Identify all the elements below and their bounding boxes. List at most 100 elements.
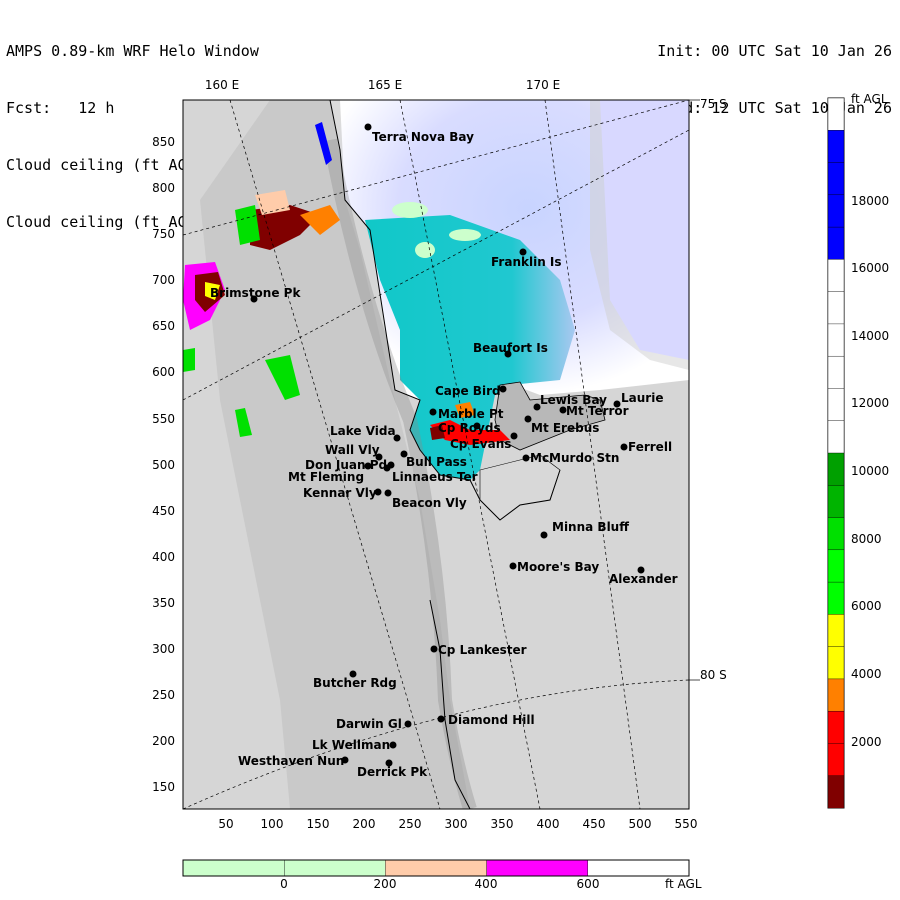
station-label: Laurie: [621, 391, 663, 405]
station-label: Cp Evans: [450, 437, 511, 451]
station-label: Cp Royds: [438, 421, 501, 435]
station-label: Mt Fleming: [288, 470, 364, 484]
station-label: Kennar Vly: [303, 486, 377, 500]
y-tick: 800: [152, 181, 175, 195]
station-label: Terra Nova Bay: [372, 130, 474, 144]
colorbar-cell: [827, 323, 845, 357]
cloud-patch: [415, 242, 435, 258]
cloud-patch: [449, 229, 481, 241]
colorbar-cell: [827, 130, 845, 164]
colorbar-units: ft AGL: [851, 92, 888, 106]
station-label: Darwin Gl: [336, 717, 402, 731]
map-figure: 160 E 165 E 170 E 75 S 80 S 850 800 750 …: [152, 78, 889, 891]
colorbar-cell: [827, 775, 845, 809]
station-label: Marble Pt: [438, 407, 504, 421]
station-dot: [509, 562, 517, 570]
colorbar-cell: [827, 614, 845, 648]
x-tick: 300: [445, 817, 468, 831]
colorbar-cell: [827, 549, 845, 583]
colorbar-cell: [827, 226, 845, 260]
x-axis: 50 100 150 200 250 300 350 400 450 500 5…: [218, 817, 697, 831]
y-axis: 850 800 750 700 650 600 550 500 450 400 …: [152, 135, 175, 794]
x-tick: 400: [537, 817, 560, 831]
station-label: Moore's Bay: [517, 560, 599, 574]
station-label: Linnaeus Ter: [392, 470, 478, 484]
colorbar-label: 18000: [851, 194, 889, 208]
colorbar-label: 400: [475, 877, 498, 891]
y-tick: 700: [152, 273, 175, 287]
station-dot: [510, 432, 518, 440]
colorbar-label: 0: [280, 877, 288, 891]
y-tick: 150: [152, 780, 175, 794]
y-tick: 650: [152, 319, 175, 333]
station-label: Cp Lankester: [438, 643, 527, 657]
colorbar-cell: [827, 678, 845, 712]
x-tick: 350: [491, 817, 514, 831]
station-dot: [387, 461, 395, 469]
station-dot: [364, 123, 372, 131]
station-dot: [437, 715, 445, 723]
station-dot: [430, 645, 438, 653]
station-dot: [389, 741, 397, 749]
y-tick: 400: [152, 550, 175, 564]
station-label: Mt Erebus: [531, 421, 599, 435]
colorbar-cell: [827, 452, 845, 486]
station-label: Franklin Is: [491, 255, 562, 269]
y-tick: 200: [152, 734, 175, 748]
x-tick: 500: [629, 817, 652, 831]
colorbar-cells: [182, 859, 690, 877]
station-label: Lake Vida: [330, 424, 396, 438]
station-dot: [429, 408, 437, 416]
colorbar-cell: [827, 388, 845, 422]
colorbar-cell: [486, 859, 589, 877]
y-tick: 450: [152, 504, 175, 518]
colorbar-cell: [827, 581, 845, 615]
station-label: Mt Terror: [566, 404, 629, 418]
y-tick: 600: [152, 365, 175, 379]
y-tick: 300: [152, 642, 175, 656]
colorbar-cell: [827, 291, 845, 325]
colorbar-horizontal: 0 200 400 600 ft AGL: [182, 859, 702, 891]
colorbar-cell: [182, 859, 285, 877]
station-label: Minna Bluff: [552, 520, 629, 534]
station-label: Alexander: [609, 572, 678, 586]
y-tick: 750: [152, 227, 175, 241]
colorbar-label: 200: [374, 877, 397, 891]
x-tick: 550: [675, 817, 698, 831]
station-dot: [620, 443, 628, 451]
colorbar-label: 6000: [851, 599, 882, 613]
station-dot: [404, 720, 412, 728]
y-tick: 850: [152, 135, 175, 149]
station-label: Ferrell: [628, 440, 672, 454]
lat-label: 80 S: [700, 668, 727, 682]
cloud-patch: [392, 202, 428, 218]
colorbar-cell: [827, 97, 845, 131]
station-label: Lk Wellman: [312, 738, 390, 752]
y-tick: 500: [152, 458, 175, 472]
station-dot: [384, 489, 392, 497]
colorbar-vertical: ft AGL 18000 16000 14000 12000 10000 800…: [827, 92, 889, 809]
colorbar-cell: [827, 259, 845, 293]
colorbar-label: 2000: [851, 735, 882, 749]
y-tick: 550: [152, 412, 175, 426]
colorbar-cell: [827, 646, 845, 680]
lon-label: 165 E: [368, 78, 402, 92]
station-label: Westhaven Nun: [238, 754, 344, 768]
colorbar-label: 10000: [851, 464, 889, 478]
lon-label: 160 E: [205, 78, 239, 92]
colorbar-cell: [284, 859, 386, 877]
station-dot: [522, 454, 530, 462]
x-tick: 100: [261, 817, 284, 831]
station-label: Bull Pass: [406, 455, 467, 469]
colorbar-cell: [827, 710, 845, 744]
colorbar-cells: [827, 97, 845, 809]
station-label: McMurdo Stn: [530, 451, 619, 465]
colorbar-cell: [827, 162, 845, 196]
station-label: Diamond Hill: [448, 713, 535, 727]
station-dot: [540, 531, 548, 539]
colorbar-cell: [587, 859, 690, 877]
x-tick: 250: [399, 817, 422, 831]
colorbar-cell: [827, 517, 845, 551]
x-tick: 150: [307, 817, 330, 831]
colorbar-label: 12000: [851, 396, 889, 410]
